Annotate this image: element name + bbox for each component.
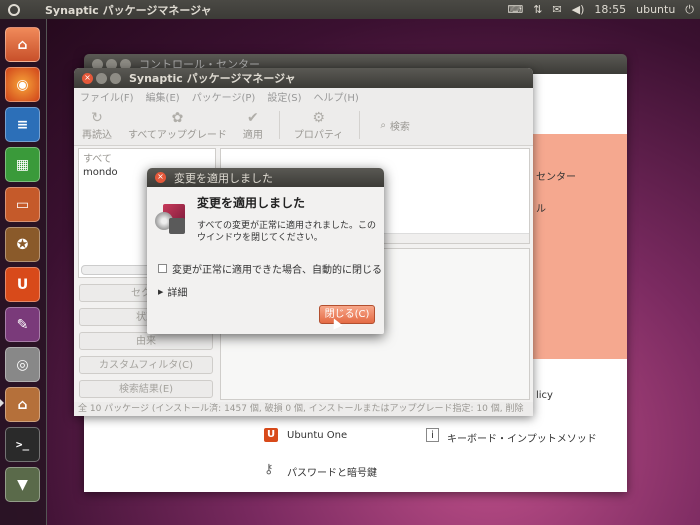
close-button[interactable]: 閉じる(C) [319, 305, 375, 324]
details-label: 詳細 [167, 288, 188, 299]
origin-button[interactable]: 由来 [79, 332, 213, 350]
synaptic-title: Synaptic パッケージマネージャ [129, 72, 296, 85]
system-tray: ⌨ ⇅ ✉ ◀) 18:55 ubuntu ⏻ [507, 0, 694, 19]
keys-icon: ⚷ [264, 462, 274, 477]
cc-item-center[interactable]: センター [536, 168, 576, 183]
home-folder-icon[interactable]: ⌂ [5, 27, 40, 62]
synaptic-titlebar: × Synaptic パッケージマネージャ [74, 68, 533, 88]
ubuntu-one-icon[interactable]: U [5, 267, 40, 302]
screenshot-icon[interactable]: ◎ [5, 347, 40, 382]
dialog-title: 変更を適用しました [174, 171, 273, 185]
reload-button[interactable]: ↻ 再読込 [82, 110, 112, 141]
search-results-button[interactable]: 検索結果(E) [79, 380, 213, 398]
status-bar: 全 10 パッケージ (インストール済: 1457 個, 破損 0 個, インス… [74, 402, 533, 416]
reload-icon: ↻ [91, 109, 103, 126]
auto-close-checkbox-row[interactable]: 変更が正常に適用できた場合、自動的に閉じる [158, 261, 382, 276]
toolbar: ↻ 再読込 ✿ すべてアップグレード ✔ 適用 ⚙ プロパティ ⌕ 検索 [74, 105, 533, 146]
writer-icon[interactable]: ≡ [5, 107, 40, 142]
software-center-icon[interactable]: ✪ [5, 227, 40, 262]
system-settings-icon[interactable]: ✎ [5, 307, 40, 342]
search-icon: ⌕ [380, 119, 386, 131]
panel-app-title: Synaptic パッケージマネージャ [45, 3, 212, 17]
launcher: ⌂ ◉ ≡ ▦ ▭ ✪ U ✎ ◎ ⌂ >_ ▼ [0, 19, 47, 525]
firefox-icon[interactable]: ◉ [5, 67, 40, 102]
menu-file[interactable]: ファイル(F) [80, 89, 134, 104]
details-expander[interactable]: ▶ 詳細 [158, 284, 188, 300]
package-icon [155, 204, 187, 236]
toolbar-separator [278, 111, 280, 139]
upgrade-icon: ✿ [171, 109, 184, 126]
menu-edit[interactable]: 編集(E) [146, 89, 180, 104]
cc-item-keyboard[interactable]: キーボード・インプットメソッド [447, 430, 597, 445]
filter-item-all[interactable]: すべて [79, 149, 215, 166]
terminal-icon[interactable]: >_ [5, 427, 40, 462]
cc-item-passwords[interactable]: パスワードと暗号鍵 [287, 464, 377, 479]
menu-help[interactable]: ヘルプ(H) [313, 89, 358, 104]
home-alt-icon[interactable]: ⌂ [5, 387, 40, 422]
network-icon[interactable]: ⇅ [533, 3, 542, 16]
menu-package[interactable]: パッケージ(P) [192, 89, 256, 104]
dialog-titlebar: × 変更を適用しました [147, 168, 384, 187]
close-icon[interactable]: × [155, 172, 166, 183]
checkmark-icon: ✔ [247, 109, 259, 126]
minimize-icon[interactable] [96, 72, 107, 84]
auto-close-checkbox[interactable] [158, 264, 167, 273]
ubuntu-one-icon: U [264, 428, 278, 442]
dialog-heading: 変更を適用しました [197, 196, 306, 210]
mark-all-label: すべてアップグレード [128, 129, 227, 141]
properties-label: プロパティ [293, 129, 344, 141]
mail-icon[interactable]: ✉ [552, 3, 561, 16]
mark-all-upgrades-button[interactable]: ✿ すべてアップグレード [128, 110, 227, 141]
info-icon: i [426, 428, 439, 442]
menu-settings[interactable]: 設定(S) [267, 89, 301, 104]
close-icon[interactable]: × [82, 72, 93, 84]
volume-icon[interactable]: ◀) [572, 3, 585, 16]
user-name[interactable]: ubuntu [636, 3, 675, 16]
custom-filter-button[interactable]: カスタムフィルタ(C) [79, 356, 213, 374]
calc-icon[interactable]: ▦ [5, 147, 40, 182]
installer-icon[interactable]: ▼ [5, 467, 40, 502]
expander-arrow-icon: ▶ [158, 287, 164, 296]
keyboard-icon[interactable]: ⌨ [507, 3, 523, 16]
active-indicator-icon [0, 399, 4, 407]
reload-label: 再読込 [82, 129, 112, 141]
ubuntu-logo-icon[interactable] [4, 0, 23, 19]
apply-button[interactable]: ✔ 適用 [243, 110, 263, 141]
top-panel: Synaptic パッケージマネージャ ⌨ ⇅ ✉ ◀) 18:55 ubunt… [0, 0, 700, 19]
impress-icon[interactable]: ▭ [5, 187, 40, 222]
toolbar-separator [359, 111, 361, 139]
cc-item-ru[interactable]: ル [536, 200, 546, 215]
cc-item-policy[interactable]: licy [536, 390, 553, 401]
gear-icon: ⚙ [312, 109, 325, 126]
dialog-message: すべての変更が正常に適用されました。このウインドウを閉じてください。 [197, 221, 377, 243]
search-label: 検索 [389, 121, 410, 133]
apply-label: 適用 [242, 129, 263, 141]
menubar: ファイル(F) 編集(E) パッケージ(P) 設定(S) ヘルプ(H) [74, 88, 533, 105]
clock[interactable]: 18:55 [594, 3, 626, 16]
auto-close-label: 変更が正常に適用できた場合、自動的に閉じる [172, 265, 382, 276]
search-button[interactable]: ⌕ 検索 [380, 118, 410, 133]
properties-button[interactable]: ⚙ プロパティ [294, 110, 343, 141]
cc-item-ubuntu-one[interactable]: Ubuntu One [287, 430, 347, 441]
maximize-icon[interactable] [110, 72, 121, 84]
power-icon[interactable]: ⏻ [685, 3, 694, 17]
